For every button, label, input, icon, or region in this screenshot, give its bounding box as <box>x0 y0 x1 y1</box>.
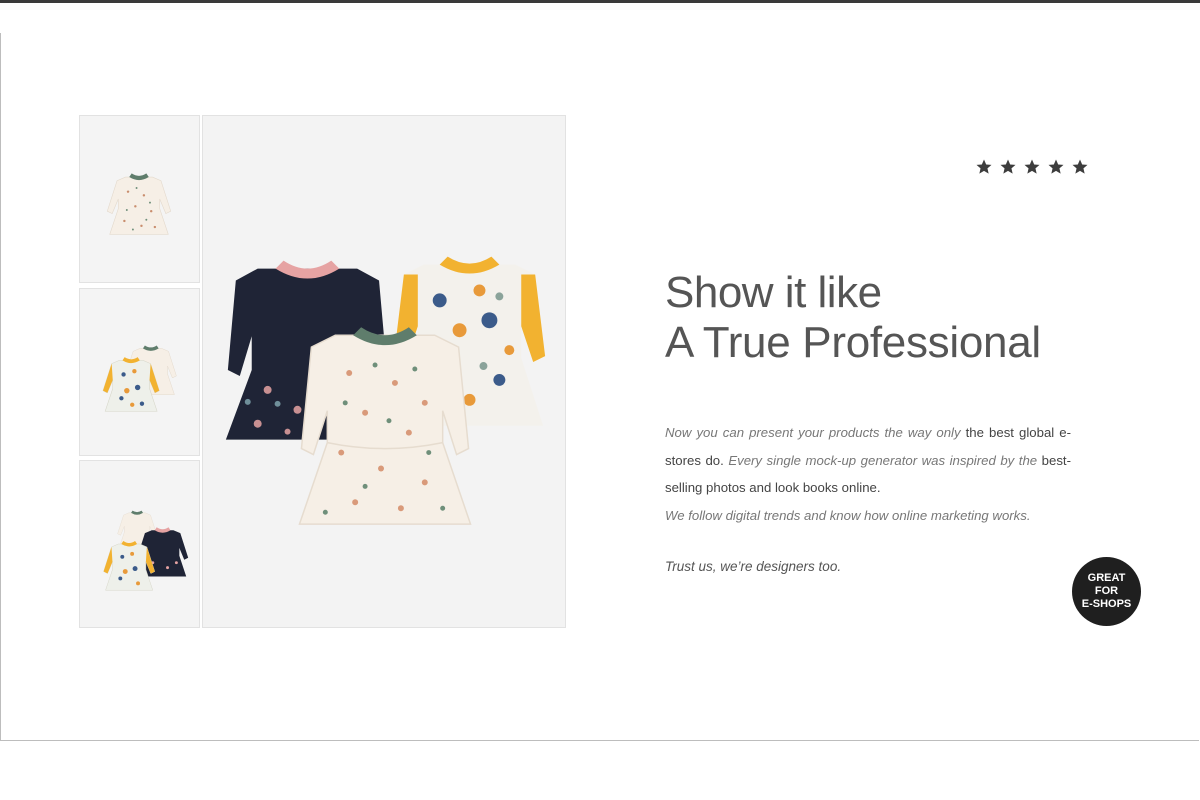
badge-line-2: FOR <box>1094 585 1119 597</box>
dresses-mockup-icon <box>225 256 546 525</box>
cream-dress-icon <box>106 173 172 235</box>
rating-stars <box>975 158 1089 176</box>
body-intro: Now you can present your products the wa… <box>665 425 966 440</box>
tagline: Trust us, we’re designers too. <box>665 559 842 574</box>
badge-line-3: E-SHOPS <box>1081 598 1132 610</box>
body-mid: Every single mock-up generator was inspi… <box>723 452 1042 468</box>
star-icon <box>1000 159 1016 174</box>
headline: Show it like A True Professional <box>665 268 1125 368</box>
body-paragraph-2: We follow digital trends and know how on… <box>665 507 1031 523</box>
headline-line-1: Show it like <box>665 268 882 317</box>
body-copy: Now you can present your products the wa… <box>665 419 1071 529</box>
thumbnail-1[interactable] <box>79 115 200 283</box>
star-icon <box>1048 159 1064 174</box>
star-icon <box>1024 159 1040 174</box>
main-product-image <box>202 115 566 628</box>
thumbnail-2[interactable] <box>79 288 200 456</box>
great-for-eshops-badge: GREAT FOR E-SHOPS <box>1072 557 1141 626</box>
badge-line-1: GREAT <box>1087 572 1126 584</box>
star-icon <box>976 159 992 174</box>
two-dresses-icon <box>102 345 177 412</box>
three-dresses-icon <box>103 510 189 591</box>
top-rule <box>0 0 1200 3</box>
thumbnail-3[interactable] <box>79 460 200 628</box>
headline-line-2: A True Professional <box>665 318 1041 367</box>
star-icon <box>1072 159 1088 174</box>
